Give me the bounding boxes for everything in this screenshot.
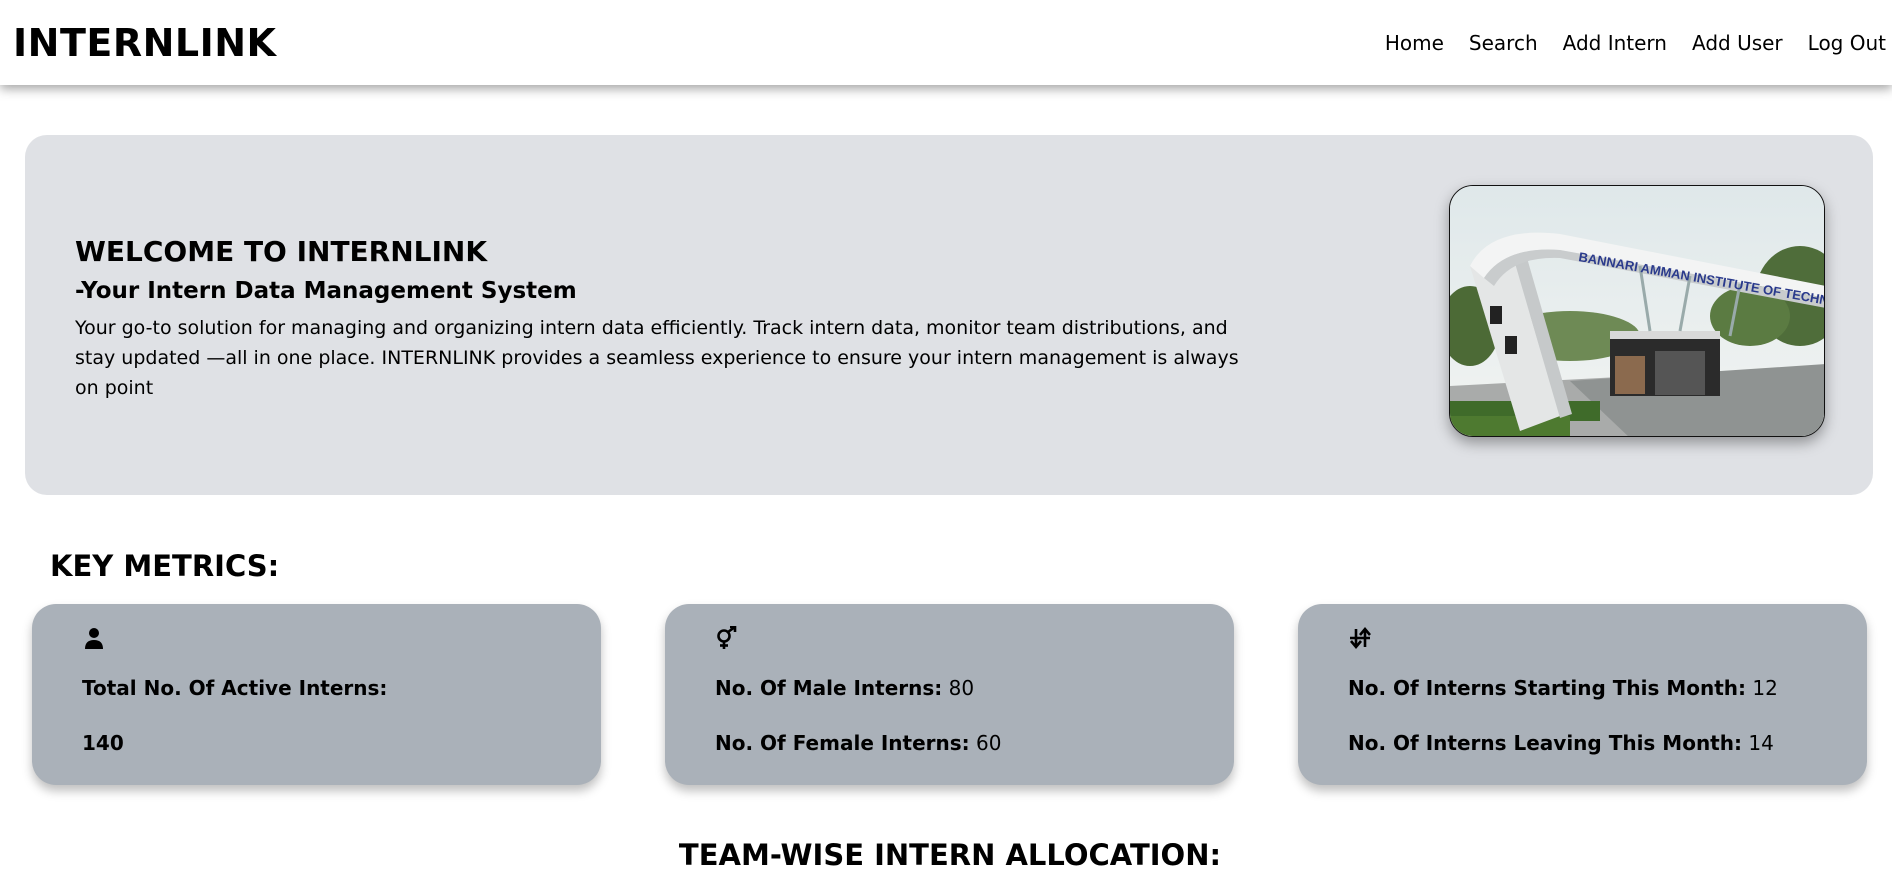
metric-label: No. Of Female Interns: — [715, 731, 970, 755]
metric-label: Total No. Of Active Interns: — [82, 676, 388, 700]
metric-line: No. Of Interns Starting This Month: 12 — [1348, 676, 1778, 700]
team-allocation-title: TEAM-WISE INTERN ALLOCATION: — [678, 838, 1222, 872]
top-navbar: INTERNLINK Home Search Add Intern Add Us… — [0, 0, 1892, 85]
welcome-title: WELCOME TO INTERNLINK — [75, 235, 488, 268]
nav-link-add-user[interactable]: Add User — [1692, 31, 1783, 55]
brand-logo[interactable]: INTERNLINK — [13, 21, 277, 65]
gender-icon — [717, 626, 737, 649]
nav-links: Home Search Add Intern Add User Log Out — [1360, 31, 1886, 55]
metric-card-gender: No. Of Male Interns: 80 No. Of Female In… — [665, 604, 1234, 785]
metric-card-intern-movement: No. Of Interns Starting This Month: 12 N… — [1298, 604, 1867, 785]
metric-line: No. Of Interns Leaving This Month: 14 — [1348, 731, 1774, 755]
nav-link-search[interactable]: Search — [1469, 31, 1538, 55]
metric-label: No. Of Interns Starting This Month: — [1348, 676, 1747, 700]
nav-link-home[interactable]: Home — [1385, 31, 1444, 55]
metric-label: No. Of Interns Leaving This Month: — [1348, 731, 1742, 755]
user-icon — [85, 628, 103, 649]
metric-line: 140 — [82, 731, 124, 755]
welcome-description: Your go-to solution for managing and org… — [75, 317, 1239, 399]
welcome-subtitle: -Your Intern Data Management System — [75, 278, 577, 304]
metric-line: No. Of Male Interns: 80 — [715, 676, 974, 700]
campus-entrance-image: BANNARI AMMAN INSTITUTE OF TECHNOLOGY — [1449, 185, 1825, 437]
metric-card-active-interns: Total No. Of Active Interns: 140 — [32, 604, 601, 785]
metric-line: No. Of Female Interns: 60 — [715, 731, 1001, 755]
nav-link-log-out[interactable]: Log Out — [1808, 31, 1886, 55]
metric-line: Total No. Of Active Interns: — [82, 676, 387, 700]
welcome-banner: WELCOME TO INTERNLINK -Your Intern Data … — [25, 135, 1873, 495]
metric-value: 140 — [82, 731, 124, 755]
metric-value: 14 — [1748, 731, 1774, 755]
key-metrics-title: KEY METRICS: — [50, 549, 280, 583]
metric-label: No. Of Male Interns: — [715, 676, 943, 700]
metric-value: 80 — [948, 676, 975, 700]
metric-value: 60 — [976, 731, 1002, 755]
arrows-exchange-icon — [1350, 626, 1371, 650]
metric-value: 12 — [1752, 676, 1778, 700]
nav-link-add-intern[interactable]: Add Intern — [1563, 31, 1667, 55]
